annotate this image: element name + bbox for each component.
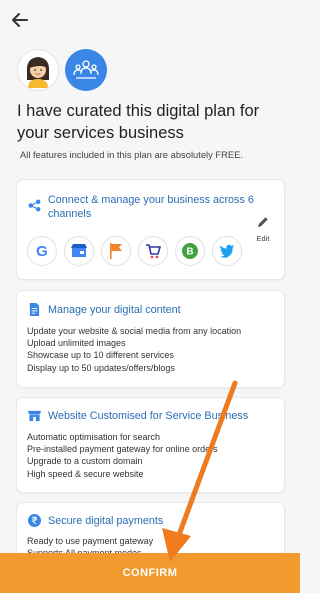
pencil-icon: [258, 217, 268, 227]
card-title: Manage your digital content: [48, 304, 181, 316]
card-title: Secure digital payments: [48, 515, 164, 527]
edit-label: Edit: [256, 234, 270, 243]
b-icon[interactable]: B: [175, 236, 205, 266]
website-card: Website Customised for Service Business …: [17, 398, 284, 492]
twitter-icon[interactable]: [212, 236, 242, 266]
arrow-left-icon[interactable]: [10, 10, 30, 30]
list-item: Upload unlimited images: [27, 338, 126, 349]
channels-card: Connect & manage your business across 6 …: [17, 180, 284, 279]
team-icon: [65, 49, 107, 91]
store-icon: [28, 410, 41, 422]
edit-button[interactable]: Edit: [255, 215, 271, 243]
feature-list: Update your website & social media from …: [27, 325, 241, 374]
list-item: Automatic optimisation for search: [27, 432, 161, 442]
list-item: Display up to 50 updates/offers/blogs: [27, 362, 175, 373]
google-my-business-icon[interactable]: [64, 236, 94, 266]
cart-icon[interactable]: [138, 236, 168, 266]
rupee-icon: [28, 514, 41, 527]
list-item: Showcase up to 10 different services: [27, 350, 174, 361]
list-item: Pre-installed payment gateway for online…: [27, 444, 218, 455]
list-item: Ready to use payment gateway: [27, 536, 154, 546]
avatars: [17, 49, 107, 91]
card-title: Website Customised for Service Business: [48, 410, 249, 422]
svg-text:B: B: [186, 247, 193, 258]
flag-icon[interactable]: [101, 236, 131, 266]
card-title: Connect & manage your business across 6 …: [48, 194, 254, 220]
list-item: High speed & secure website: [27, 468, 144, 479]
user-avatar-icon: [17, 49, 59, 91]
list-item: Upgrade to a custom domain: [27, 456, 143, 467]
page-title: I have curated this digital plan for you…: [17, 102, 260, 142]
document-icon: [29, 303, 40, 316]
confirm-button[interactable]: CONFIRM: [0, 553, 300, 593]
list-item: Update your website & social media from …: [27, 326, 242, 336]
digital-content-card: Manage your digital content Update your …: [17, 291, 284, 387]
feature-list: Automatic optimisation for search Pre-in…: [27, 431, 218, 480]
share-icon: [28, 199, 41, 212]
google-icon[interactable]: G: [27, 236, 57, 266]
page-subtitle: All features included in this plan are a…: [20, 149, 244, 160]
channel-list: G B: [27, 236, 242, 266]
